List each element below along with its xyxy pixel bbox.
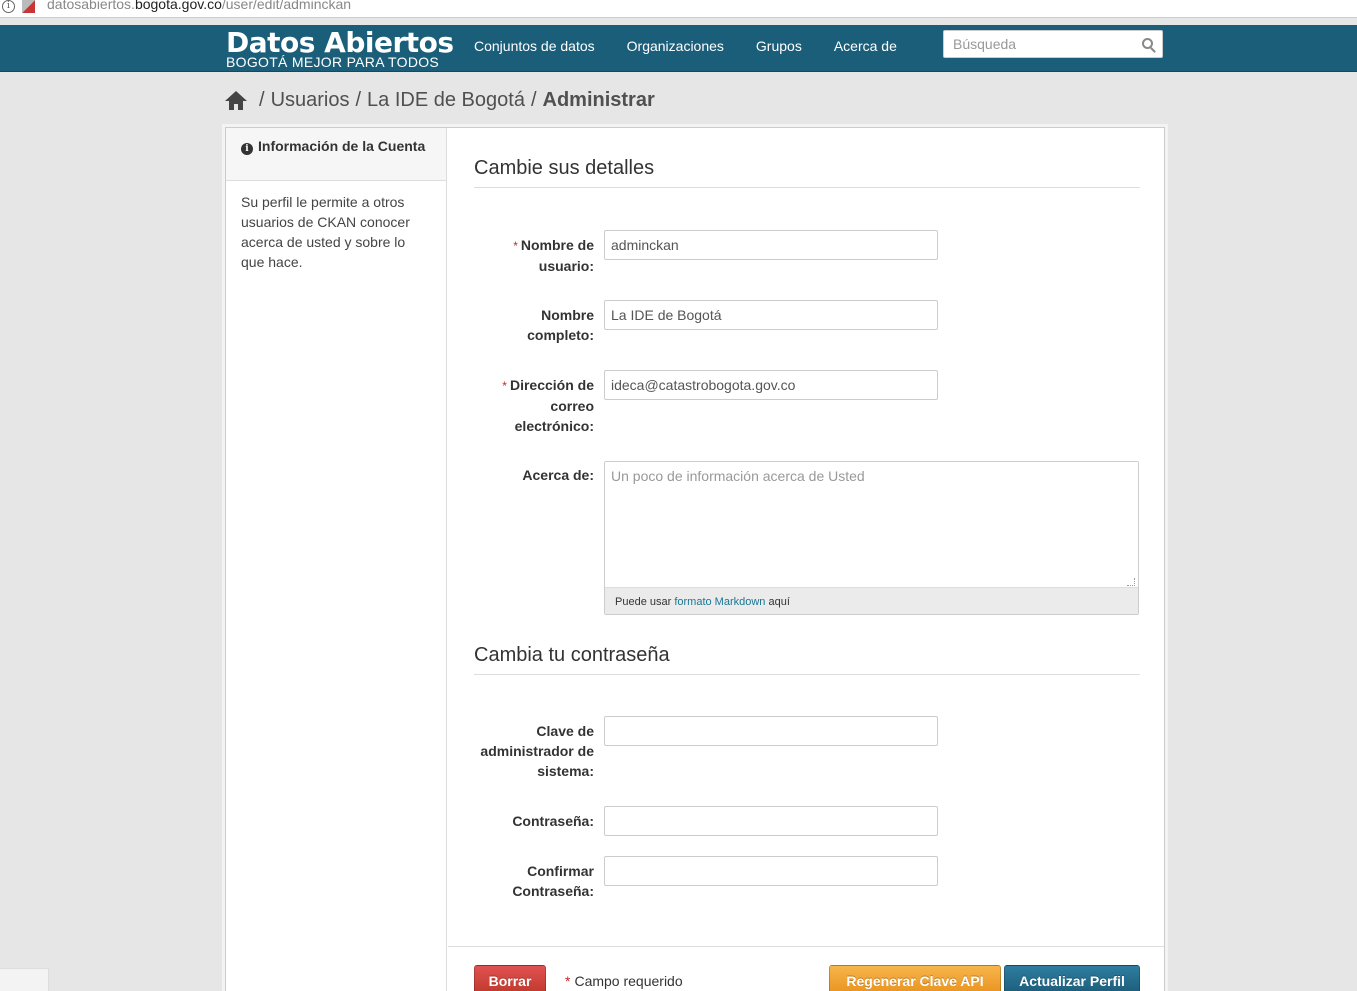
search-input[interactable]: [944, 31, 1124, 57]
breadcrumb-current[interactable]: Administrar: [543, 89, 655, 112]
confirm-password-field[interactable]: [604, 856, 938, 886]
form-actions: Borrar * Campo requerido Regenerar Clave …: [448, 946, 1164, 991]
email-label: * Dirección de correo electrónico:: [502, 377, 594, 434]
about-textarea[interactable]: [605, 462, 1138, 587]
site-logo[interactable]: Datos Abiertos BOGOTÁ MEJOR PARA TODOS: [226, 28, 454, 70]
fullname-label: Nombre completo:: [527, 307, 594, 343]
breadcrumb: / Usuarios / La IDE de Bogotá / Administ…: [225, 89, 655, 112]
about-label: Acerca de:: [522, 467, 594, 483]
content-wrapper: i Información de la Cuenta Su perfil le p…: [225, 127, 1165, 991]
nav-organizations[interactable]: Organizaciones: [627, 38, 724, 54]
nav-groups[interactable]: Grupos: [756, 38, 802, 54]
sysadmin-password-label: Clave de administrador de sistema:: [480, 723, 594, 779]
info-icon: i: [241, 143, 253, 155]
address-text[interactable]: datosabiertos.bogota.gov.co/user/edit/ad…: [47, 0, 351, 11]
confirm-password-label: Confirmar Contraseña:: [512, 863, 594, 899]
delete-button[interactable]: Borrar: [474, 965, 546, 991]
page-corner-widget: [0, 968, 49, 991]
password-field[interactable]: [604, 806, 938, 836]
sysadmin-password-field[interactable]: [604, 716, 938, 746]
required-note: * Campo requerido: [565, 973, 683, 989]
username-label: * Nombre de usuario:: [513, 237, 594, 274]
username-field[interactable]: [604, 230, 938, 260]
insecure-connection-icon: [22, 0, 35, 13]
password-label: Contraseña:: [512, 813, 594, 829]
email-field[interactable]: [604, 370, 938, 400]
markdown-link[interactable]: formato Markdown: [674, 596, 765, 608]
account-info-sidebar: i Información de la Cuenta Su perfil le p…: [226, 128, 447, 991]
resize-handle-icon[interactable]: [1127, 578, 1135, 586]
search-icon[interactable]: [1142, 38, 1153, 49]
fullname-field[interactable]: [604, 300, 938, 330]
sidebar-heading: i Información de la Cuenta: [226, 128, 446, 181]
main-nav: Conjuntos de datos Organizaciones Grupos…: [474, 38, 929, 54]
breadcrumb-users[interactable]: Usuarios: [271, 89, 350, 112]
browser-url-bar[interactable]: i datosabiertos.bogota.gov.co/user/edit/…: [0, 0, 1357, 18]
regenerate-api-key-button[interactable]: Regenerar Clave API: [829, 965, 1001, 991]
details-heading: Cambie sus detalles: [474, 157, 1140, 188]
nav-about[interactable]: Acerca de: [834, 38, 897, 54]
sidebar-text: Su perfil le permite a otros usuarios de…: [241, 194, 410, 270]
markdown-hint: Puede usar formato Markdown aquí: [605, 587, 1138, 614]
site-search: [943, 30, 1163, 58]
logo-subtitle: BOGOTÁ MEJOR PARA TODOS: [226, 54, 440, 70]
home-icon[interactable]: [225, 90, 247, 111]
password-heading: Cambia tu contraseña: [474, 644, 1140, 675]
about-textarea-wrap: Puede usar formato Markdown aquí: [604, 461, 1139, 615]
breadcrumb-user[interactable]: La IDE de Bogotá: [367, 89, 525, 112]
update-profile-button[interactable]: Actualizar Perfil: [1004, 965, 1140, 991]
nav-datasets[interactable]: Conjuntos de datos: [474, 38, 595, 54]
site-info-icon[interactable]: i: [2, 0, 15, 13]
